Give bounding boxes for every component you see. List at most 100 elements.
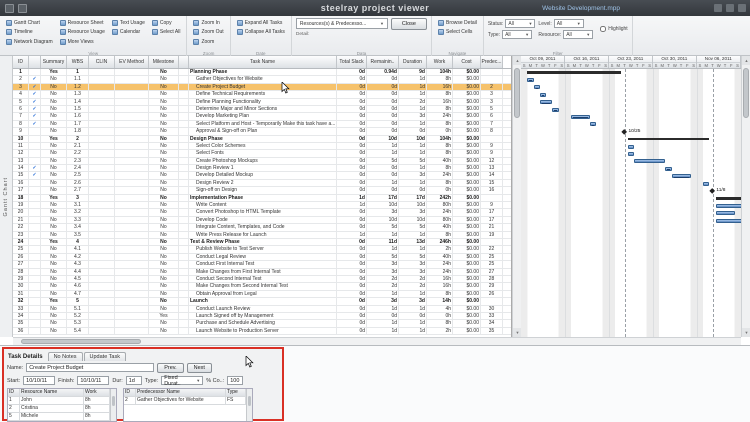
table-row[interactable]: 8✓No1.7NoSelect Platform and Host - Temp… xyxy=(13,121,511,128)
predecessor-row[interactable]: 2Gather Objectives for WebsiteFS xyxy=(124,397,246,405)
table-row[interactable]: 15✓No2.5NoDevelop Detailed Mockup0d0d3d2… xyxy=(13,172,511,179)
ribbon-button-gantt-chart[interactable]: Gantt Chart xyxy=(4,18,55,28)
column-header-predec[interactable]: Predec... xyxy=(481,56,503,68)
task-bar[interactable] xyxy=(716,211,735,215)
resource-row[interactable]: 5Michele8h xyxy=(8,413,110,421)
table-row[interactable]: 14✓No2.4NoDesign Review 10d0d1d8h$0.0013 xyxy=(13,165,511,172)
percent-complete-input[interactable] xyxy=(227,376,243,385)
task-bar[interactable] xyxy=(628,152,634,156)
task-type-select[interactable]: Fixed Durat.. ▼ xyxy=(161,376,203,385)
task-bar[interactable] xyxy=(716,204,741,208)
filter-resource-select[interactable]: All▼ xyxy=(563,30,593,39)
summary-bar[interactable] xyxy=(716,197,741,200)
column-header-clin[interactable]: CLIN xyxy=(89,56,115,68)
table-row[interactable]: 21No3.3NoDevelop Code0d10d10d80h$0.0017 xyxy=(13,217,511,224)
table-row[interactable]: 19No3.1NoWrite Content1d10d10d80h$0.009 xyxy=(13,202,511,209)
table-row[interactable]: 7✓No1.6NoDevelop Marketing Plan0d0d3d24h… xyxy=(13,113,511,120)
gantt-vertical-scrollbar[interactable]: ▲ ▼ xyxy=(741,56,750,337)
mini-table-scrollbar[interactable] xyxy=(246,389,252,421)
table-vertical-scrollbar[interactable]: ▲ ▼ xyxy=(512,56,521,337)
table-row[interactable]: 4✓No1.3NoDefine Technical Requirements0d… xyxy=(13,91,511,98)
table-row[interactable]: 6✓No1.5NoDetermine Major and Minor Secti… xyxy=(13,106,511,113)
table-row[interactable]: 33No5.1NoConduct Launch Review0d1d1d4h$0… xyxy=(13,306,511,313)
resource-row[interactable]: 2Cristina8h xyxy=(8,405,110,413)
table-row[interactable]: 5✓No1.4NoDefine Planning Functionality0d… xyxy=(13,99,511,106)
task-bar[interactable] xyxy=(540,93,546,97)
next-button[interactable]: Next xyxy=(187,363,212,373)
settings-icon[interactable] xyxy=(726,4,734,12)
column-header-summary[interactable]: Summary xyxy=(41,56,67,68)
scrollbar-thumb[interactable] xyxy=(514,68,520,118)
ribbon-button-zoom-out[interactable]: Zoom Out xyxy=(191,28,225,38)
resource-row[interactable]: 1John8h xyxy=(8,397,110,405)
filter-type-select[interactable]: All▼ xyxy=(502,30,532,39)
help-icon[interactable] xyxy=(738,4,746,12)
table-row[interactable]: 10Yes2NoDesign Phase0d10d10d104h$0.00 xyxy=(13,136,511,143)
table-row[interactable]: 2✓No1.1NoGather Objectives for Website0d… xyxy=(13,76,511,83)
tab-update-task[interactable]: Update Task xyxy=(84,352,126,361)
ribbon-button-copy[interactable]: Copy xyxy=(150,18,183,28)
ribbon-button-browse-detail[interactable]: Browse Detail xyxy=(436,18,479,28)
horizontal-scrollbar[interactable] xyxy=(13,337,741,345)
table-row[interactable]: 23No3.5NoWrite Press Release for Launch1… xyxy=(13,232,511,239)
highlight-checkbox[interactable] xyxy=(600,26,606,32)
task-name-input[interactable] xyxy=(26,363,154,372)
milestone-diamond[interactable] xyxy=(622,129,628,135)
filter-status-select[interactable]: All▼ xyxy=(505,19,535,28)
column-header-duration[interactable]: Duration xyxy=(399,56,427,68)
table-row[interactable]: 18Yes3NoImplementation Phase1d17d17d242h… xyxy=(13,195,511,202)
table-row[interactable]: 1Yes1NoPlanning Phase0d0.94d9d104h$0.00 xyxy=(13,69,511,76)
table-row[interactable]: 11No2.1NoSelect Color Schemes0d1d1d8h$0.… xyxy=(13,143,511,150)
ribbon-button-select-all[interactable]: Select All xyxy=(150,28,183,38)
task-bar[interactable] xyxy=(571,115,590,119)
table-row[interactable]: 24Yes4NoTest & Review Phase0d11d13d246h$… xyxy=(13,239,511,246)
search-icon[interactable] xyxy=(714,4,722,12)
scrollbar-thumb[interactable] xyxy=(21,339,141,344)
task-bar[interactable] xyxy=(552,108,558,112)
table-row[interactable]: 29No4.5NoConduct Second Internal Test0d2… xyxy=(13,276,511,283)
task-bar[interactable] xyxy=(628,145,634,149)
column-header-cost[interactable]: Cost xyxy=(453,56,481,68)
ribbon-button-network-diagram[interactable]: Network Diagram xyxy=(4,37,55,47)
task-bar[interactable] xyxy=(665,167,671,171)
ribbon-button-select-cells[interactable]: Select Cells xyxy=(436,28,479,38)
task-bar[interactable] xyxy=(703,182,709,186)
table-row[interactable]: 26No4.2NoConduct Legal Review0d5d5d40h$0… xyxy=(13,254,511,261)
prev-button[interactable]: Prev. xyxy=(157,363,183,373)
table-row[interactable]: 12No2.2NoSelect Fonts0d1d1d8h$0.009 xyxy=(13,150,511,157)
task-bar[interactable] xyxy=(590,122,596,126)
scroll-down-icon[interactable]: ▼ xyxy=(742,328,750,337)
mini-table-scrollbar[interactable] xyxy=(110,389,116,421)
close-button[interactable]: Close xyxy=(391,18,427,30)
task-bar[interactable] xyxy=(540,100,553,104)
scrollbar-thumb[interactable] xyxy=(743,68,749,118)
ribbon-button-timeline[interactable]: Timeline xyxy=(4,28,55,38)
start-date-input[interactable] xyxy=(23,376,55,385)
task-bar[interactable] xyxy=(672,174,691,178)
table-row[interactable]: 17No2.7NoSign-off on Design0d0d0d0h$0.00… xyxy=(13,187,511,194)
task-bar[interactable] xyxy=(716,219,741,223)
duration-input[interactable] xyxy=(126,376,142,385)
ribbon-button-calendar[interactable]: Calendar xyxy=(110,28,147,38)
table-row[interactable]: 36No5.4NoLaunch Website to Production Se… xyxy=(13,328,511,335)
ribbon-button-resource-usage[interactable]: Resource Usage xyxy=(58,28,107,38)
table-row[interactable]: 28No4.4NoMake Changes from First Interna… xyxy=(13,269,511,276)
column-header-work[interactable]: Work xyxy=(427,56,453,68)
ribbon-button-more-views[interactable]: More Views xyxy=(58,37,107,47)
column-header-wbs[interactable]: WBS xyxy=(67,56,89,68)
ribbon-button-zoom[interactable]: Zoom xyxy=(191,37,225,47)
detail-select[interactable]: Resources(s) & Predecesso...▼ xyxy=(296,18,388,29)
column-header-icon[interactable] xyxy=(29,56,41,68)
table-row[interactable]: 34No5.2YesLaunch Signed off by Managemen… xyxy=(13,313,511,320)
tab-no-notes[interactable]: No Notes xyxy=(48,352,83,361)
task-bar[interactable] xyxy=(634,159,665,163)
ribbon-button-resource-sheet[interactable]: Resource Sheet xyxy=(58,18,107,28)
milestone-diamond[interactable] xyxy=(709,188,715,194)
table-row[interactable]: 16No2.6NoDesign Review 20d1d1d8h$0.0015 xyxy=(13,180,511,187)
table-row[interactable]: 27No4.3NoConduct First Internal Test0d3d… xyxy=(13,261,511,268)
column-header-task-name[interactable]: Task Name xyxy=(189,56,337,68)
finish-date-input[interactable] xyxy=(77,376,109,385)
table-row[interactable]: 13No2.3NoCreate Photoshop Mockups0d5d5d4… xyxy=(13,158,511,165)
table-row[interactable]: 3✓No1.2NoCreate Project Budget0d0d1d16h$… xyxy=(13,84,511,91)
ribbon-button-zoom-in[interactable]: Zoom In xyxy=(191,18,225,28)
